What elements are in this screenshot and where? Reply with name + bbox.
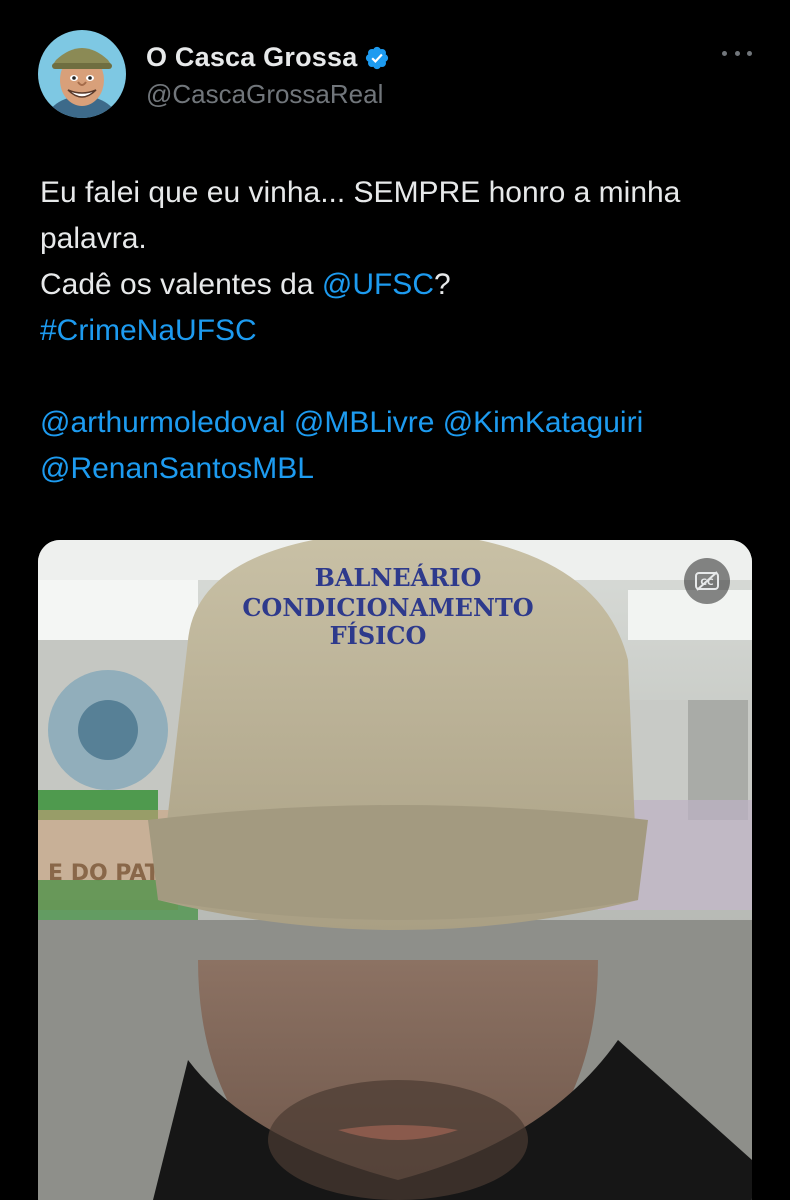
dot [722, 50, 727, 56]
post-header: O Casca Grossa @CascaGrossaReal [38, 29, 390, 119]
author-display-name[interactable]: O Casca Grossa [146, 42, 357, 73]
author-handle[interactable]: @CascaGrossaReal [146, 79, 390, 110]
author-names: O Casca Grossa @CascaGrossaReal [146, 39, 390, 110]
more-options-icon[interactable] [722, 38, 752, 68]
display-name-row: O Casca Grossa [146, 39, 390, 77]
captions-off-icon[interactable]: CC [684, 558, 730, 604]
text-segment: ? [433, 268, 451, 301]
cap-text-line: FÍSICO [330, 621, 427, 650]
text-line: #CrimeNaUFSC [40, 308, 760, 354]
verified-badge-icon [364, 45, 390, 71]
cap-text-line: CONDICIONAMENTO [242, 593, 533, 622]
dot [747, 50, 752, 56]
hashtag-link[interactable]: #CrimeNaUFSC [40, 314, 257, 347]
avatar-cartoon-man-icon [38, 30, 126, 118]
cap-text-line: BALNEÁRIO [315, 563, 482, 592]
mentions-line[interactable]: @arthurmoledoval @MBLivre @KimKataguiri [40, 400, 760, 446]
author-avatar[interactable] [38, 30, 126, 118]
text-segment: Eu falei que eu vinha... SEMPRE honro a … [40, 176, 681, 209]
post-text: Eu falei que eu vinha... SEMPRE honro a … [40, 170, 760, 492]
mentions-line[interactable]: @RenanSantosMBL [40, 446, 760, 492]
text-segment: palavra. [40, 222, 147, 255]
text-segment: Cadê os valentes da [40, 268, 322, 301]
text-line: Eu falei que eu vinha... SEMPRE honro a … [40, 170, 760, 216]
dot [734, 50, 740, 56]
text-line: Cadê os valentes da @UFSC? [40, 262, 760, 308]
mention-link-ufsc[interactable]: @UFSC [322, 268, 434, 301]
text-line: palavra. [40, 216, 760, 262]
video-frame: E DO PATO BALNEÁRIO CONDICIONAMENTO FÍSI… [38, 540, 752, 1200]
video-player[interactable]: E DO PATO BALNEÁRIO CONDICIONAMENTO FÍSI… [38, 540, 752, 1200]
